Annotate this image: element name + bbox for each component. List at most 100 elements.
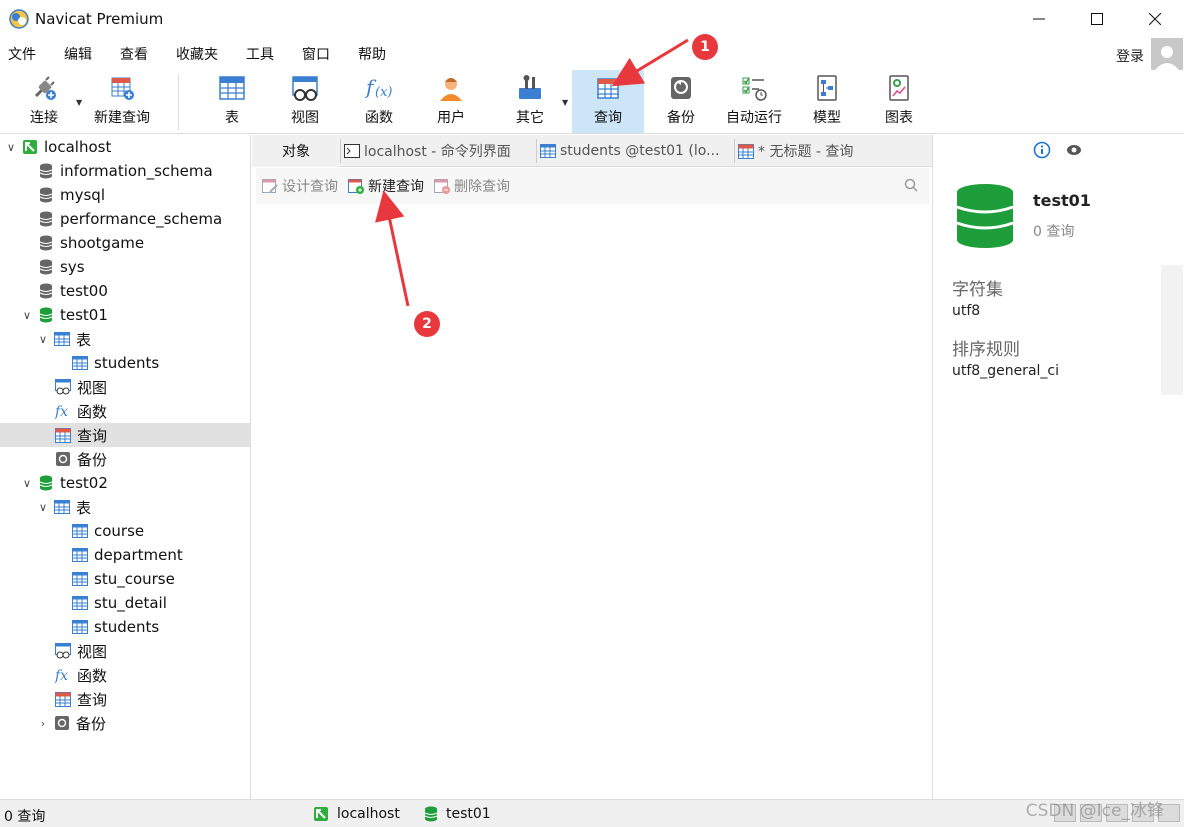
annotation-marker-2: 2 — [414, 311, 440, 337]
query-icon — [55, 692, 71, 707]
automation-label: 自动运行 — [726, 110, 782, 126]
tree-test02-functions[interactable]: fx 函数 — [55, 663, 107, 687]
menu-tools[interactable]: 工具 — [246, 44, 274, 64]
tab-students-table[interactable]: students @test01 (lo... — [540, 135, 732, 167]
tab-command-line[interactable]: localhost - 命令列界面 — [344, 135, 534, 167]
tab-objects[interactable]: 对象 — [252, 135, 340, 167]
backup-icon — [55, 716, 69, 730]
user-toolbar-button[interactable]: 用户 — [424, 70, 478, 133]
table-icon — [72, 620, 88, 634]
minimize-button[interactable] — [1010, 0, 1068, 38]
query-toolbar-button[interactable]: 查询 — [572, 70, 644, 133]
other-label: 其它 — [516, 110, 544, 126]
search-icon[interactable] — [904, 178, 918, 192]
tree-test02-queries[interactable]: 查询 — [55, 687, 107, 711]
tree-table-department[interactable]: department — [72, 543, 183, 567]
other-dropdown-icon[interactable]: ▼ — [562, 98, 568, 107]
new-query-toolbar-button[interactable]: 新建查询 — [88, 70, 156, 133]
tree-db-test02[interactable]: ∨ test02 — [20, 471, 108, 495]
tree-db-performance-schema[interactable]: performance_schema — [38, 207, 222, 231]
tree-test02-backups[interactable]: › 备份 — [36, 711, 106, 735]
menu-window[interactable]: 窗口 — [302, 44, 330, 64]
tree-db-sys[interactable]: sys — [38, 255, 85, 279]
tree-test01-views[interactable]: 视图 — [55, 375, 107, 399]
backup-label: 备份 — [667, 110, 695, 126]
new-query-button[interactable]: 新建查询 — [348, 176, 424, 196]
table-toolbar-button[interactable]: 表 — [206, 70, 258, 133]
tree-db-shootgame[interactable]: shootgame — [38, 231, 144, 255]
tree-table-students-2[interactable]: students — [72, 615, 159, 639]
view-icon — [55, 643, 71, 659]
query-icon — [738, 144, 754, 159]
tree-table-students[interactable]: students — [72, 351, 159, 375]
collapse-chevron-icon[interactable]: ∨ — [20, 477, 34, 490]
view-toolbar-button[interactable]: 视图 — [278, 70, 332, 133]
info-query-count: 0 查询 — [1033, 224, 1075, 240]
design-query-icon — [262, 179, 278, 193]
tab-label: students @test01 (lo... — [560, 143, 720, 159]
table-icon — [54, 500, 70, 514]
tree-connection-localhost[interactable]: ∨ localhost — [4, 135, 111, 159]
close-button[interactable] — [1126, 0, 1184, 38]
other-toolbar-button[interactable]: 其它 — [500, 70, 560, 133]
connect-dropdown-icon[interactable]: ▼ — [76, 98, 82, 107]
automation-toolbar-button[interactable]: 自动运行 — [720, 70, 788, 133]
toolbar-separator — [178, 74, 179, 130]
objects-list-area[interactable] — [256, 204, 930, 799]
tree-db-test01[interactable]: ∨ test01 — [20, 303, 108, 327]
tree-folder-label: 备份 — [76, 714, 107, 733]
model-toolbar-button[interactable]: 模型 — [800, 70, 854, 133]
tree-db-mysql[interactable]: mysql — [38, 183, 105, 207]
tree-table-course[interactable]: course — [72, 519, 144, 543]
chart-toolbar-button[interactable]: 图表 — [872, 70, 926, 133]
svg-text:(x): (x) — [375, 85, 392, 100]
tree-test01-backups[interactable]: 备份 — [55, 447, 107, 471]
tree-table-stu-detail[interactable]: stu_detail — [72, 591, 167, 615]
connect-button[interactable]: 连接 — [20, 70, 68, 133]
menu-edit[interactable]: 编辑 — [64, 44, 92, 64]
collapse-chevron-icon[interactable]: ∨ — [4, 141, 18, 154]
design-query-button[interactable]: 设计查询 — [262, 176, 338, 196]
delete-query-button[interactable]: 删除查询 — [434, 176, 510, 196]
close-icon — [1149, 13, 1161, 25]
expand-chevron-icon[interactable]: › — [36, 717, 50, 730]
chart-icon — [889, 75, 909, 101]
collapse-chevron-icon[interactable]: ∨ — [36, 333, 50, 346]
preview-eye-icon[interactable] — [1065, 141, 1083, 159]
chart-label: 图表 — [885, 110, 913, 126]
navigation-tree: ∨ localhost information_schema mysql per… — [0, 135, 251, 799]
maximize-button[interactable] — [1068, 0, 1126, 38]
tree-table-label: stu_detail — [94, 594, 167, 612]
tree-connection-label: localhost — [44, 138, 112, 156]
model-label: 模型 — [813, 110, 841, 126]
tree-test01-queries[interactable]: 查询 — [0, 423, 250, 447]
menu-help[interactable]: 帮助 — [358, 44, 386, 64]
menu-file[interactable]: 文件 — [8, 44, 36, 64]
tree-db-information-schema[interactable]: information_schema — [38, 159, 213, 183]
minimize-icon — [1033, 18, 1045, 20]
tab-untitled-query[interactable]: * 无标题 - 查询 — [738, 135, 928, 167]
status-connection: localhost — [313, 806, 400, 822]
tree-test02-views[interactable]: 视图 — [55, 639, 107, 663]
tree-test01-functions[interactable]: fx 函数 — [55, 399, 107, 423]
menu-view[interactable]: 查看 — [120, 44, 148, 64]
collapse-chevron-icon[interactable]: ∨ — [36, 501, 50, 514]
info-panel-scrollbar[interactable] — [1161, 265, 1183, 395]
collation-value: utf8_general_ci — [952, 363, 1059, 379]
tree-test01-tables[interactable]: ∨ 表 — [36, 327, 91, 351]
database-icon — [39, 283, 53, 299]
info-icon[interactable] — [1033, 141, 1051, 159]
function-toolbar-button[interactable]: f (x) 函数 — [352, 70, 406, 133]
title-bar: Navicat Premium — [0, 0, 1184, 38]
tree-db-test00[interactable]: test00 — [38, 279, 108, 303]
menu-favorites[interactable]: 收藏夹 — [176, 44, 218, 64]
backup-toolbar-button[interactable]: 备份 — [654, 70, 708, 133]
new-query-icon — [348, 179, 364, 194]
avatar[interactable] — [1151, 38, 1183, 70]
collapse-chevron-icon[interactable]: ∨ — [20, 309, 34, 322]
tree-table-stu-course[interactable]: stu_course — [72, 567, 175, 591]
login-link[interactable]: 登录 — [1116, 46, 1144, 66]
tree-db-label: sys — [60, 258, 85, 276]
tree-test02-tables[interactable]: ∨ 表 — [36, 495, 91, 519]
database-icon — [39, 187, 53, 203]
